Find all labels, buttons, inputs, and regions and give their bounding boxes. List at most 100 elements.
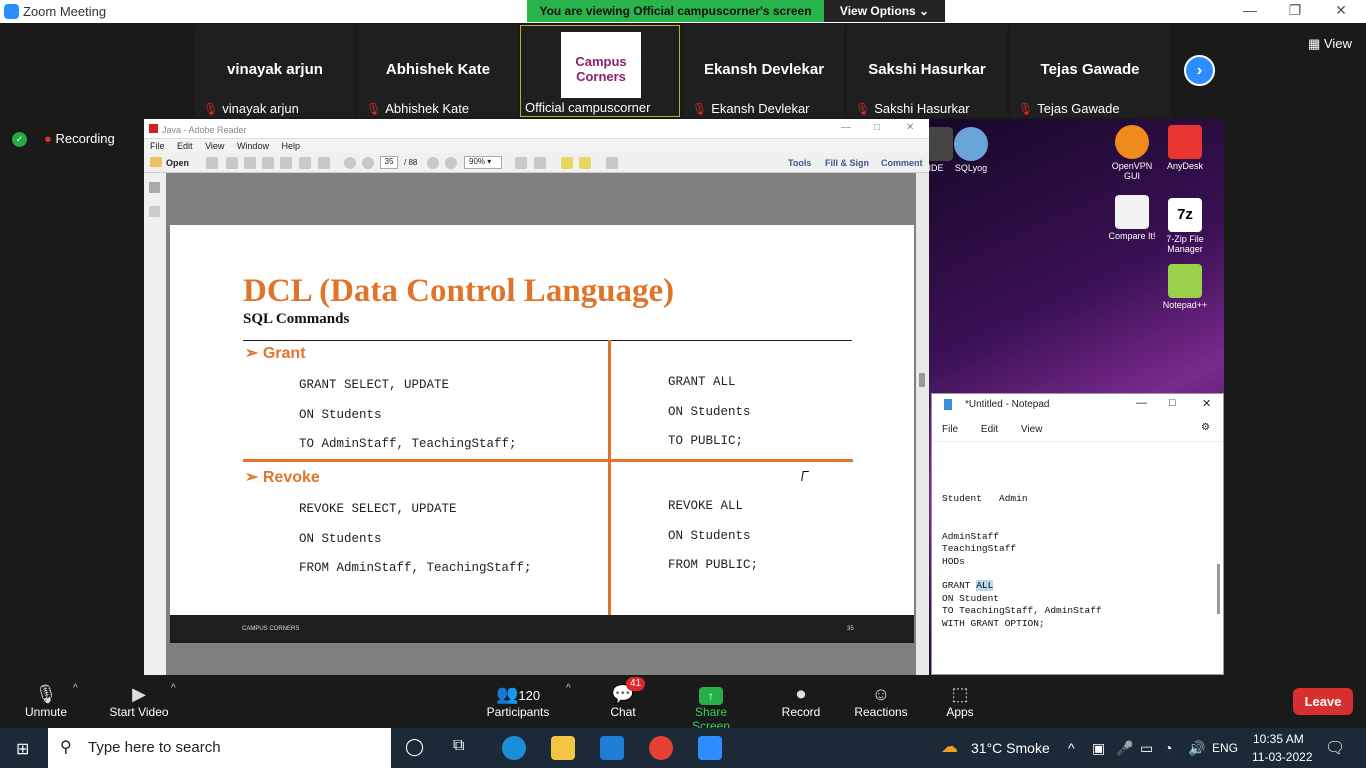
unmute-button[interactable]: 🎙 Unmute	[24, 683, 68, 719]
zoom-out-icon[interactable]	[427, 157, 439, 169]
comment-tab[interactable]: Comment	[881, 158, 923, 168]
notifications-icon[interactable]: 🗨	[1325, 738, 1345, 758]
menu-view[interactable]: View	[205, 141, 224, 151]
participant-tile[interactable]: Ekansh Devlekar 🎙 Ekansh Devlekar	[684, 25, 844, 117]
volume-icon[interactable]: 🔊	[1188, 740, 1205, 757]
share-screen-button[interactable]: ↑ Share Screen	[676, 683, 746, 733]
expand-icon[interactable]	[606, 157, 618, 169]
weather-text[interactable]: 31°C Smoke	[971, 740, 1050, 756]
cortana-icon[interactable]: ◯	[405, 737, 424, 757]
page-up-icon[interactable]	[344, 157, 356, 169]
menu-file[interactable]: File	[150, 141, 165, 151]
notepad-line[interactable]: TO TeachingStaff, AdminStaff	[942, 605, 1102, 616]
page-down-icon[interactable]	[362, 157, 374, 169]
participants-chevron-icon[interactable]: ^	[566, 683, 571, 694]
clock-time[interactable]: 10:35 AM	[1253, 732, 1304, 746]
print-icon[interactable]	[299, 157, 311, 169]
fill-sign-tab[interactable]: Fill & Sign	[825, 158, 869, 168]
task-view-icon[interactable]: ⧉	[453, 737, 464, 755]
mail-icon[interactable]	[600, 736, 624, 760]
notepad-line[interactable]: GRANT ALL	[942, 580, 994, 591]
security-shield-icon[interactable]: ✓	[12, 132, 27, 147]
taskbar-search-box[interactable]: ⚲ Type here to search	[48, 728, 391, 768]
start-video-button[interactable]: ▶ Start Video	[108, 683, 170, 719]
notepad-line[interactable]: AdminStaff	[942, 531, 999, 542]
participant-tile[interactable]: vinayak arjun 🎙 vinayak arjun	[195, 25, 355, 117]
notepad-minimize-button[interactable]: —	[1136, 397, 1147, 409]
microphone-icon[interactable]: 🎤	[1116, 740, 1133, 757]
leave-button[interactable]: Leave	[1293, 688, 1353, 715]
tools-tab[interactable]: Tools	[788, 158, 811, 168]
page-number-input[interactable]: 35	[380, 156, 398, 169]
clock-date[interactable]: 11-03-2022	[1252, 750, 1313, 764]
notepad-close-button[interactable]: ✕	[1202, 397, 1211, 410]
notepad-scrollbar[interactable]	[1217, 564, 1220, 614]
notepad-menu-file[interactable]: File	[942, 424, 958, 435]
reader-maximize-button[interactable]: □	[874, 122, 880, 133]
desktop-icon-anydesk[interactable]: AnyDesk	[1157, 125, 1213, 171]
toolbar-icon[interactable]	[244, 157, 256, 169]
reader-close-button[interactable]: ✕	[906, 122, 914, 133]
notepad-maximize-button[interactable]: □	[1169, 397, 1176, 409]
desktop-icon-7zip[interactable]: 7z 7-Zip File Manager	[1157, 198, 1213, 254]
zoom-select[interactable]: 90% ▾	[464, 156, 502, 169]
scroll-thumb[interactable]	[919, 373, 925, 387]
close-button[interactable]: ✕	[1331, 2, 1351, 19]
reader-scrollbar[interactable]	[916, 173, 929, 675]
pages-panel-icon[interactable]	[149, 182, 160, 193]
maximize-button[interactable]: ❐	[1285, 2, 1305, 19]
settings-gear-icon[interactable]: ⚙	[1201, 422, 1210, 433]
toolbar-icon[interactable]	[262, 157, 274, 169]
comment-icon[interactable]	[561, 157, 573, 169]
reactions-button[interactable]: ☺ Reactions	[854, 683, 908, 719]
participant-tile[interactable]: Tejas Gawade 🎙 Tejas Gawade	[1010, 25, 1170, 117]
open-button[interactable]: Open	[166, 158, 189, 168]
next-page-arrow-icon[interactable]: ›	[1184, 55, 1215, 86]
chrome-icon[interactable]	[649, 736, 673, 760]
menu-help[interactable]: Help	[281, 141, 300, 151]
zoom-taskbar-icon[interactable]	[698, 736, 722, 760]
toolbar-icon[interactable]	[206, 157, 218, 169]
zoom-in-icon[interactable]	[445, 157, 457, 169]
desktop-icon-compare-it[interactable]: Compare It!	[1104, 195, 1160, 241]
participant-tile[interactable]: Sakshi Hasurkar 🎙 Sakshi Hasurkar	[847, 25, 1007, 117]
toolbar-icon[interactable]	[280, 157, 292, 169]
fit-page-icon[interactable]	[515, 157, 527, 169]
apps-button[interactable]: ⬚ Apps	[945, 683, 975, 719]
notepad-menu-view[interactable]: View	[1021, 424, 1043, 435]
notepad-line[interactable]: Student Admin	[942, 493, 1028, 504]
windows-start-icon[interactable]: ⊞	[16, 739, 29, 759]
menu-edit[interactable]: Edit	[177, 141, 193, 151]
menu-window[interactable]: Window	[237, 141, 269, 151]
highlight-icon[interactable]	[579, 157, 591, 169]
battery-icon[interactable]: ▭	[1140, 740, 1153, 757]
toolbar-icon[interactable]	[226, 157, 238, 169]
email-icon[interactable]	[318, 157, 330, 169]
notepad-menu-edit[interactable]: Edit	[981, 424, 998, 435]
folder-icon[interactable]	[150, 157, 162, 167]
notepad-line[interactable]: WITH GRANT OPTION;	[942, 618, 1045, 629]
file-explorer-icon[interactable]	[551, 736, 575, 760]
audio-options-chevron-icon[interactable]: ^	[73, 683, 78, 694]
view-button[interactable]: ▦ View	[1308, 36, 1352, 52]
desktop-icon-notepadpp[interactable]: Notepad++	[1157, 264, 1213, 310]
show-hidden-icons-chevron-icon[interactable]: ^	[1068, 740, 1075, 756]
participant-tile[interactable]: Abhishek Kate 🎙 Abhishek Kate	[358, 25, 518, 117]
fit-width-icon[interactable]	[534, 157, 546, 169]
reader-minimize-button[interactable]: —	[841, 122, 851, 133]
participant-tile-presenter[interactable]: Campus Corners Official campuscorner	[520, 25, 680, 117]
record-button[interactable]: ⏺ Record	[781, 683, 821, 719]
desktop-icon-sqlyog[interactable]: SQLyog	[943, 127, 999, 173]
meet-now-icon[interactable]: ▣	[1092, 740, 1105, 757]
language-indicator[interactable]: ENG	[1212, 741, 1238, 755]
view-options-button[interactable]: View Options ⌄	[824, 0, 945, 22]
notepad-line[interactable]: HODs	[942, 556, 965, 567]
edge-icon[interactable]	[502, 736, 526, 760]
desktop-icon-openvpn[interactable]: OpenVPN GUI	[1104, 125, 1160, 181]
attachments-icon[interactable]	[149, 206, 160, 217]
notepad-line[interactable]: TeachingStaff	[942, 543, 1016, 554]
minimize-button[interactable]: —	[1240, 2, 1260, 18]
participants-button[interactable]: 👥120 Participants	[486, 683, 550, 719]
notepad-line[interactable]: ON Student	[942, 593, 999, 604]
video-options-chevron-icon[interactable]: ^	[171, 683, 176, 694]
